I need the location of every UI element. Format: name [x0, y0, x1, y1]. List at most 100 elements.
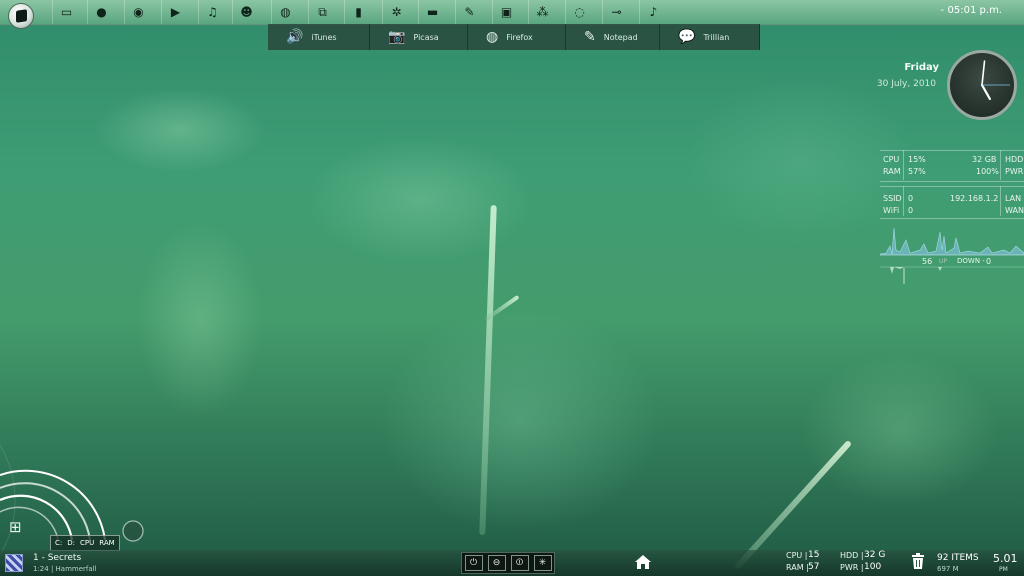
mouse-icon: ▮	[355, 5, 362, 19]
sleep-icon: ✳	[538, 558, 547, 568]
restart-icon: ⏼	[515, 558, 524, 568]
gear-icon: ✲	[391, 5, 402, 19]
dock-item-label: Notepad	[603, 32, 638, 42]
weekday-label: Friday	[904, 62, 939, 73]
launcher-itunes-button[interactable]: ♪	[639, 0, 667, 24]
launcher-photoshop-button[interactable]: ▣	[492, 0, 520, 24]
ring-label-c: C:	[55, 539, 63, 547]
firefox-icon: ◍	[486, 29, 499, 45]
app-dock: 🔊 iTunes 📷 Picasa ◍ Firefox ✎ Notepad 💬 Trillian	[268, 24, 760, 50]
bottom-ram-label: RAM |	[786, 563, 809, 572]
start-orb-button[interactable]	[8, 3, 34, 29]
bottom-hdd-label: HDD |	[840, 551, 864, 560]
launcher-at-button[interactable]: ◉	[124, 0, 152, 24]
itunes-icon: ♪	[649, 5, 658, 19]
clock-separator: -	[940, 5, 944, 16]
now-playing-title: 1 - Secrets	[33, 553, 82, 563]
hdd-label: HDD	[1005, 155, 1024, 164]
dock-item-picasa[interactable]: 📷 Picasa	[370, 24, 468, 50]
play-icon: ▶	[170, 5, 181, 19]
ram-value: 57%	[908, 167, 926, 176]
launcher-network-button[interactable]: ⁂	[528, 0, 556, 24]
dock-item-label: Firefox	[506, 32, 533, 42]
dock-item-itunes[interactable]: 🔊 iTunes	[268, 24, 370, 50]
windows-icon: ⧉	[318, 4, 327, 19]
launcher-gear-button[interactable]: ✲	[382, 0, 410, 24]
launcher-pen-button[interactable]: ✎	[455, 0, 483, 24]
launcher-firefox-globe-button[interactable]: ●	[87, 0, 115, 24]
recycle-bin-count: 92 ITEMS	[937, 553, 979, 563]
dock-item-notepad[interactable]: ✎ Notepad	[566, 24, 660, 50]
launcher-play-button[interactable]: ▶	[161, 0, 189, 24]
pen-icon: ✎	[464, 5, 475, 19]
dock-item-label: Trillian	[703, 32, 730, 42]
bottom-clock-ampm: PM	[999, 566, 1008, 573]
analog-clock	[947, 50, 1017, 120]
dock-item-label: Picasa	[413, 32, 439, 42]
launcher-music-note-button[interactable]: ♫	[198, 0, 226, 24]
pwr-value: 100%	[976, 167, 999, 176]
network-icon: ⁂	[536, 5, 549, 19]
upload-value: 56	[922, 257, 933, 266]
top-launcher-bar: ▭ ● ◉ ▶ ♫ ☻ ◍ ⧉ ▮ ✲ ▬ ✎ ▣ ⁂ ◌ ⊸ ♪ - 05:01 p.m.	[0, 0, 1024, 29]
ssid-value: 0	[908, 194, 914, 203]
picasa-icon: 📷	[388, 29, 406, 45]
at-icon: ◉	[133, 5, 144, 19]
launcher-mouse-button[interactable]: ▮	[344, 0, 372, 24]
album-art[interactable]	[5, 554, 23, 572]
restart-button[interactable]: ⏼	[510, 555, 529, 571]
launcher-globe-button[interactable]: ◍	[271, 0, 299, 24]
ram-label: RAM	[883, 167, 901, 176]
notepad-icon: ✎	[584, 29, 596, 45]
bottom-ram-value: 57	[808, 562, 820, 572]
launcher-book-button[interactable]: ▬	[418, 0, 446, 24]
music-note-icon: ♫	[207, 5, 218, 19]
recycle-bin-icon[interactable]	[912, 553, 924, 569]
launcher-folder-button[interactable]: ▭	[52, 0, 80, 24]
home-icon[interactable]	[634, 554, 652, 570]
globe-icon: ◍	[280, 5, 291, 19]
users-icon: ☻	[240, 5, 253, 19]
usb-icon: ⊸	[611, 5, 622, 19]
ring-label-cpu: CPU	[80, 539, 95, 547]
sleep-button[interactable]: ✳	[533, 555, 552, 571]
cpu-label: CPU	[883, 155, 900, 164]
bottom-cpu-value: 15	[808, 550, 820, 560]
ring-legend: C: D: CPU RAM	[50, 535, 120, 551]
windows-flag-icon: ⊞	[9, 518, 22, 536]
launcher-refresh-button[interactable]: ◌	[565, 0, 593, 24]
wan-label: WAN	[1005, 206, 1024, 215]
cpu-value: 15%	[908, 155, 926, 164]
ring-label-ram: RAM	[99, 539, 115, 547]
dock-item-trillian[interactable]: 💬 Trillian	[660, 24, 760, 50]
download-value: 0	[986, 257, 992, 266]
network-graph	[880, 227, 1024, 284]
date-label: 30 July, 2010	[876, 79, 936, 89]
dock-item-firefox[interactable]: ◍ Firefox	[468, 24, 566, 50]
bottom-hdd-value: 32 G	[864, 550, 886, 560]
launcher-windows-button[interactable]: ⧉	[308, 0, 336, 24]
ring-label-d: D:	[67, 539, 75, 547]
folder-icon: ▭	[60, 5, 73, 19]
clock-minute-hand	[981, 60, 986, 86]
clock-hour-hand	[980, 83, 991, 101]
bottom-pwr-label: PWR |	[840, 563, 864, 572]
download-label: DOWN -	[957, 257, 985, 265]
wifi-value: 0	[908, 206, 914, 215]
bottom-clock: 5.01	[993, 552, 1018, 565]
bottom-cpu-label: CPU |	[786, 551, 808, 560]
pwr-label: PWR	[1005, 167, 1024, 176]
book-icon: ▬	[426, 5, 439, 19]
refresh-icon: ◌	[574, 5, 585, 19]
windows-logo-icon	[16, 9, 27, 23]
launcher-users-button[interactable]: ☻	[232, 0, 260, 24]
bottom-pwr-value: 100	[864, 562, 882, 572]
firefox-globe-icon: ●	[96, 5, 107, 19]
trillian-icon: 💬	[678, 29, 696, 45]
logoff-icon: ⊖	[492, 558, 501, 568]
power-button[interactable]: ⏻	[464, 555, 483, 571]
lan-label: LAN	[1005, 194, 1022, 203]
logoff-button[interactable]: ⊖	[487, 555, 506, 571]
hdd-value: 32 GB	[972, 155, 997, 164]
launcher-usb-button[interactable]: ⊸	[602, 0, 630, 24]
